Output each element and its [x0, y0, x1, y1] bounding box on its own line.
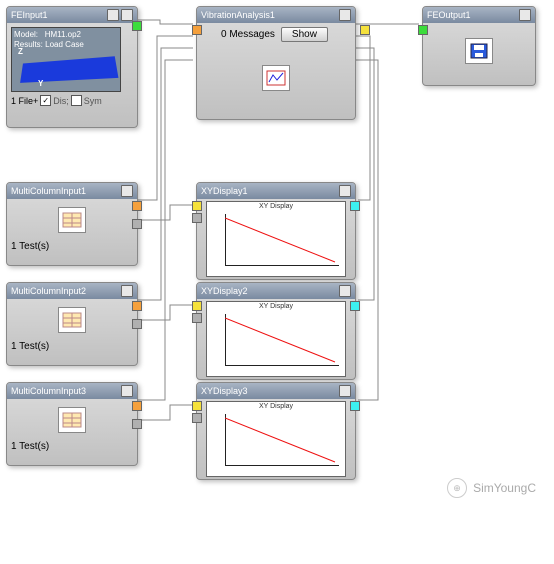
options-icon[interactable] — [339, 385, 351, 397]
input-port-x[interactable] — [192, 313, 202, 323]
xy1-title: XYDisplay1 — [201, 186, 248, 196]
mci2-header[interactable]: MultiColumnInput2 — [7, 283, 137, 299]
minimize-icon[interactable] — [107, 9, 119, 21]
output-port[interactable] — [350, 201, 360, 211]
file-count: 1 File+ — [11, 96, 38, 106]
mci3-block[interactable]: MultiColumnInput3 1 Test(s) — [6, 382, 138, 466]
mci1-header[interactable]: MultiColumnInput1 — [7, 183, 137, 199]
display-checkbox[interactable]: ✓ — [40, 95, 51, 106]
input-port[interactable] — [418, 25, 428, 35]
xy1-header[interactable]: XYDisplay1 — [197, 183, 355, 199]
plot-title: XY Display — [207, 203, 345, 210]
show-button[interactable]: Show — [281, 27, 328, 42]
display-label: Dis; — [53, 96, 69, 106]
axis-y: Y — [38, 79, 43, 89]
wechat-icon: ⊕ — [447, 478, 467, 498]
output-port[interactable] — [350, 301, 360, 311]
vibration-title: VibrationAnalysis1 — [201, 10, 275, 20]
xy1-plot[interactable]: XY Display — [206, 201, 346, 277]
mci1-tests: 1 Test(s) — [11, 241, 133, 252]
save-icon — [465, 38, 493, 64]
options-icon[interactable] — [339, 185, 351, 197]
model-label: Model: — [14, 30, 38, 39]
output-port[interactable] — [132, 401, 142, 411]
vibration-header[interactable]: VibrationAnalysis1 — [197, 7, 355, 23]
xy3-header[interactable]: XYDisplay3 — [197, 383, 355, 399]
table-icon — [58, 407, 86, 433]
feoutput-header[interactable]: FEOutput1 — [423, 7, 535, 23]
xy3-plot[interactable]: XY Display — [206, 401, 346, 477]
input-port-y[interactable] — [192, 301, 202, 311]
output-port-2[interactable] — [132, 219, 142, 229]
model-value: HM11.op2 — [45, 30, 81, 39]
plot-title: XY Display — [207, 303, 345, 310]
axis-z: Z — [18, 47, 23, 57]
feoutput-block[interactable]: FEOutput1 — [422, 6, 536, 86]
output-port-2[interactable] — [132, 419, 142, 429]
mci3-tests: 1 Test(s) — [11, 441, 133, 452]
feoutput-title: FEOutput1 — [427, 10, 471, 20]
table-icon — [58, 207, 86, 233]
xy2-title: XYDisplay2 — [201, 286, 248, 296]
input-port-3[interactable] — [192, 25, 202, 35]
options-icon[interactable] — [121, 9, 133, 21]
feinput-title: FEInput1 — [11, 10, 48, 20]
vibration-block[interactable]: VibrationAnalysis1 0 Messages Show — [196, 6, 356, 120]
results-value: Load Case — [45, 40, 84, 49]
watermark-text: SimYoungC — [473, 481, 536, 495]
input-port-y[interactable] — [192, 401, 202, 411]
sym-checkbox[interactable] — [71, 95, 82, 106]
table-icon — [58, 307, 86, 333]
input-port-y[interactable] — [192, 201, 202, 211]
options-icon[interactable] — [121, 385, 133, 397]
mci1-block[interactable]: MultiColumnInput1 1 Test(s) — [6, 182, 138, 266]
model-preview[interactable]: Model: HM11.op2 Results: Load Case Z Y — [11, 27, 121, 92]
options-icon[interactable] — [121, 185, 133, 197]
mci3-header[interactable]: MultiColumnInput3 — [7, 383, 137, 399]
output-port-2[interactable] — [132, 319, 142, 329]
mci2-tests: 1 Test(s) — [11, 341, 133, 352]
watermark: ⊕ SimYoungC — [447, 478, 536, 498]
options-icon[interactable] — [339, 9, 351, 21]
mci1-title: MultiColumnInput1 — [11, 186, 86, 196]
feinput-block[interactable]: FEInput1 Model: HM11.op2 Results: Load C… — [6, 6, 138, 128]
input-port-x[interactable] — [192, 413, 202, 423]
plot-title: XY Display — [207, 403, 345, 410]
analysis-icon — [262, 65, 290, 91]
output-port-3[interactable] — [360, 25, 370, 35]
mci3-title: MultiColumnInput3 — [11, 386, 86, 396]
feinput-header[interactable]: FEInput1 — [7, 7, 137, 23]
output-port[interactable] — [350, 401, 360, 411]
xy2-header[interactable]: XYDisplay2 — [197, 283, 355, 299]
output-port[interactable] — [132, 21, 142, 31]
output-port[interactable] — [132, 301, 142, 311]
output-port[interactable] — [132, 201, 142, 211]
options-icon[interactable] — [339, 285, 351, 297]
input-port-x[interactable] — [192, 213, 202, 223]
messages-count: 0 Messages — [221, 29, 275, 40]
xy2-block[interactable]: XYDisplay2 XY Display — [196, 282, 356, 380]
xy1-block[interactable]: XYDisplay1 XY Display — [196, 182, 356, 280]
options-icon[interactable] — [121, 285, 133, 297]
mci2-block[interactable]: MultiColumnInput2 1 Test(s) — [6, 282, 138, 366]
mci2-title: MultiColumnInput2 — [11, 286, 86, 296]
sym-label: Sym — [84, 96, 102, 106]
xy3-title: XYDisplay3 — [201, 386, 248, 396]
xy3-block[interactable]: XYDisplay3 XY Display — [196, 382, 356, 480]
xy2-plot[interactable]: XY Display — [206, 301, 346, 377]
options-icon[interactable] — [519, 9, 531, 21]
